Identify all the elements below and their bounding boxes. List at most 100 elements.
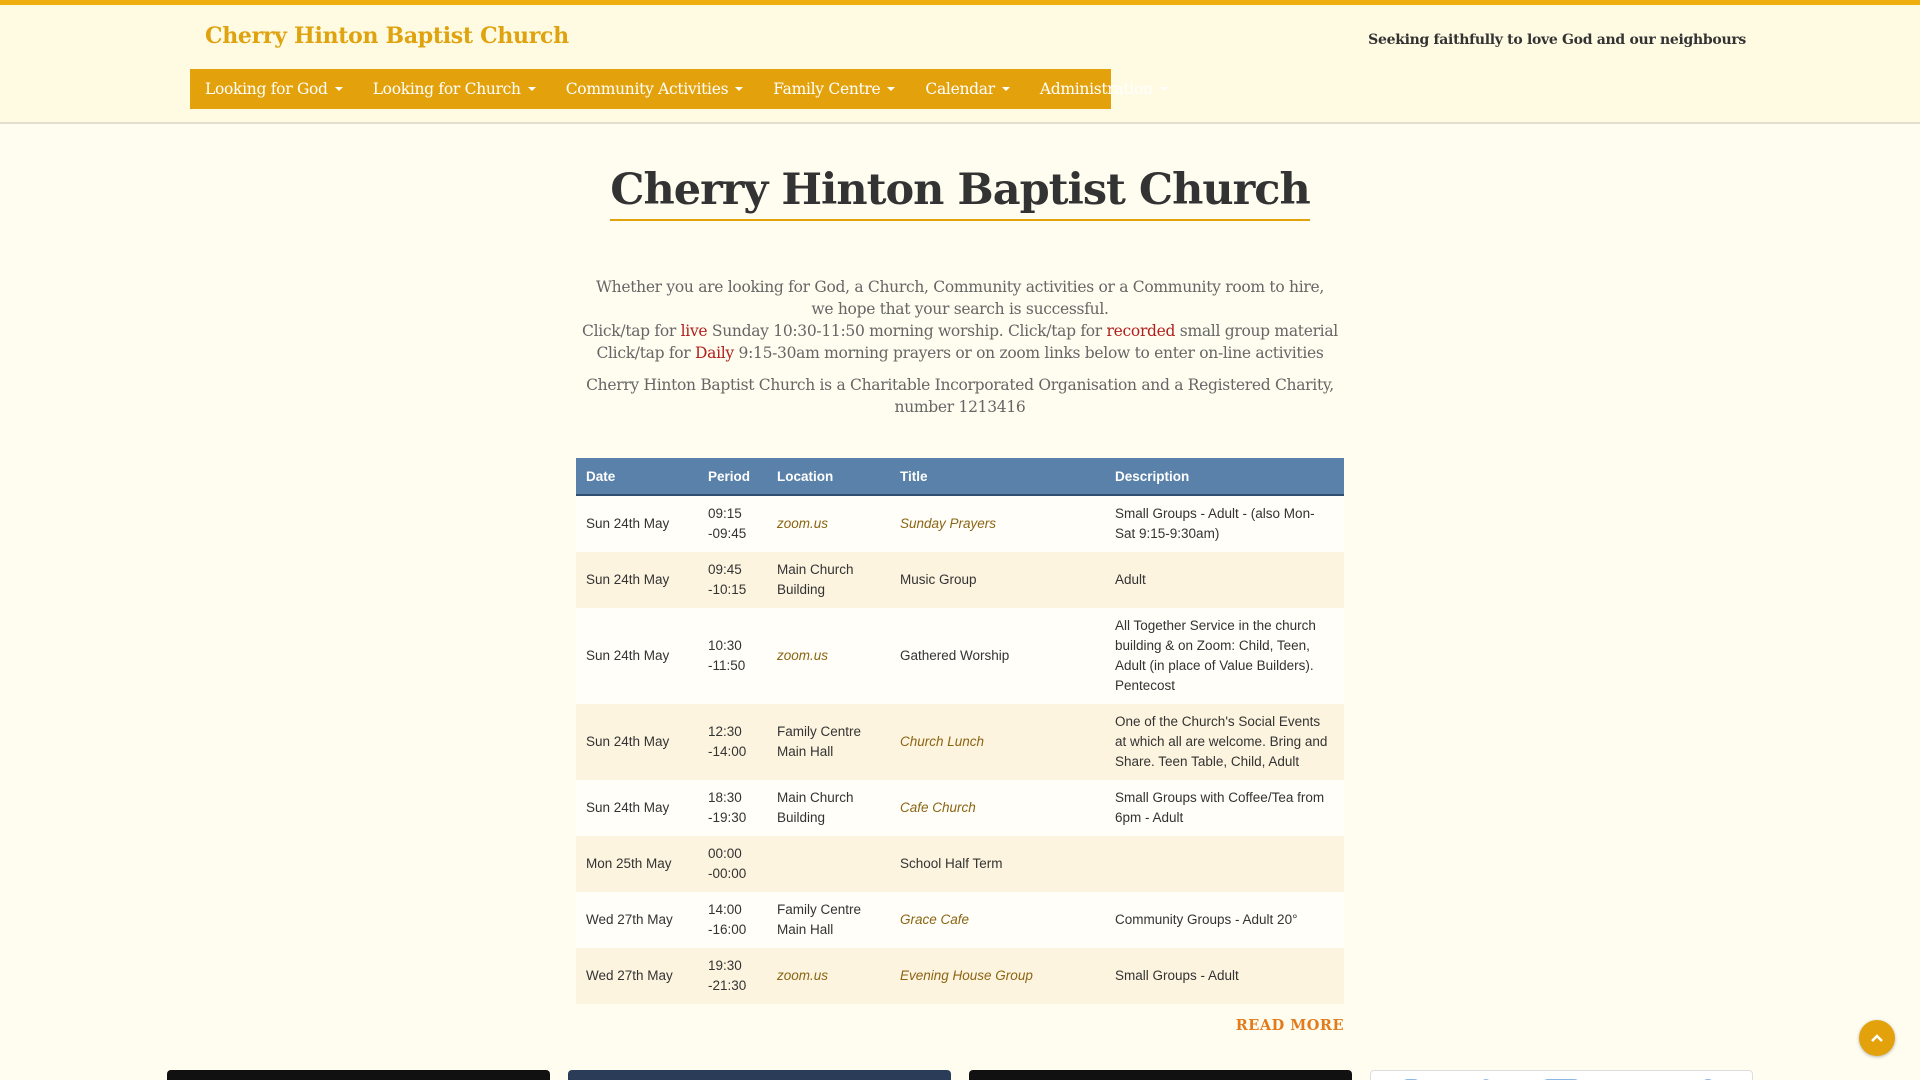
event-date: Sun 24th May [586, 734, 670, 749]
location-link[interactable]: zoom.us [777, 648, 828, 663]
table-row: Wed 27th May 19:30 -21:30 zoom.us Evening Ho… [576, 948, 1344, 1004]
feature-card-3[interactable] [969, 1070, 1352, 1080]
cell-date: Mon 25th May [576, 836, 698, 892]
period-end: -19:30 [708, 810, 747, 825]
event-title: Music Group [900, 572, 977, 587]
event-title-link[interactable]: Evening House Group [900, 968, 1033, 983]
nav-looking-for-church[interactable]: Looking for Church [358, 69, 551, 109]
text: Click/tap for [596, 344, 696, 362]
nav-calendar[interactable]: Calendar [910, 69, 1024, 109]
site-title-link[interactable]: Cherry Hinton Baptist Church [205, 23, 569, 49]
table-row: Sun 24th May 10:30 -11:50 zoom.us Gathered W… [576, 608, 1344, 704]
event-date: Mon 25th May [586, 856, 672, 871]
period-start: 18:30 [708, 790, 742, 805]
scroll-to-top-button[interactable] [1859, 1020, 1895, 1056]
event-description: Small Groups with Coffee/Tea from 6pm - … [1115, 790, 1325, 825]
nav-label: Looking for Church [372, 80, 521, 98]
recorded-material-link[interactable]: recorded [1107, 322, 1176, 340]
nav-family-centre[interactable]: Family Centre [758, 69, 910, 109]
period-start: 14:00 [708, 902, 742, 917]
event-title-link[interactable]: Church Lunch [900, 734, 984, 749]
event-date: Sun 24th May [586, 648, 670, 663]
cell-location: Family Centre Main Hall [767, 704, 890, 780]
location-text: Main Church Building [777, 562, 854, 597]
nav-label: Family Centre [773, 80, 881, 98]
event-description: One of the Church's Social Events at whi… [1115, 714, 1328, 769]
feature-card-2[interactable] [568, 1070, 951, 1080]
feature-card-1[interactable] [167, 1070, 550, 1080]
cell-date: Sun 24th May [576, 780, 698, 836]
page-title: Cherry Hinton Baptist Church [610, 165, 1311, 221]
cell-date: Wed 27th May [576, 892, 698, 948]
cell-date: Wed 27th May [576, 948, 698, 1004]
cell-period: 12:30 -14:00 [698, 704, 767, 780]
chevron-up-icon [1871, 1034, 1883, 1042]
event-description: Community Groups - Adult 20° [1115, 912, 1298, 927]
event-description: All Together Service in the church build… [1115, 618, 1316, 693]
cell-title: School Half Term [890, 836, 1105, 892]
period-end: -09:45 [708, 526, 747, 541]
live-worship-link[interactable]: live [681, 322, 708, 340]
text: Click/tap for [582, 322, 681, 340]
charity-line-2: number 1213416 [894, 398, 1026, 416]
nav-label: Administration [1039, 80, 1153, 98]
cell-title[interactable]: Cafe Church [890, 780, 1105, 836]
cell-location: Main Church Building [767, 780, 890, 836]
period-start: 12:30 [708, 724, 742, 739]
site-tagline: Seeking faithfully to love God and our n… [1368, 32, 1746, 48]
header-location: Location [767, 458, 890, 496]
feature-card-4[interactable] [1370, 1070, 1753, 1080]
cell-location: Main Church Building [767, 552, 890, 608]
caret-down-icon [1001, 87, 1010, 91]
location-text: Main Church Building [777, 790, 854, 825]
site-header: Cherry Hinton Baptist Church Seeking fai… [0, 5, 1920, 124]
event-title: Gathered Worship [900, 648, 1010, 663]
intro-line-1: Whether you are looking for God, a Churc… [596, 278, 1324, 296]
daily-prayers-link[interactable]: Daily [695, 344, 734, 362]
cell-location[interactable]: zoom.us [767, 948, 890, 1004]
period-end: -14:00 [708, 744, 747, 759]
cell-period: 10:30 -11:50 [698, 608, 767, 704]
period-end: -00:00 [708, 866, 747, 881]
header-period: Period [698, 458, 767, 496]
read-more-link[interactable]: READ MORE [1236, 1017, 1344, 1034]
cell-title[interactable]: Evening House Group [890, 948, 1105, 1004]
cell-date: Sun 24th May [576, 495, 698, 552]
table-header-row: Date Period Location Title Description [576, 458, 1344, 496]
nav-administration[interactable]: Administration [1025, 69, 1183, 109]
event-title-link[interactable]: Cafe Church [900, 800, 976, 815]
intro-line-3: Click/tap for live Sunday 10:30-11:50 mo… [560, 320, 1360, 342]
location-link[interactable]: zoom.us [777, 516, 828, 531]
event-description: Adult [1115, 572, 1146, 587]
cell-period: 09:45 -10:15 [698, 552, 767, 608]
event-date: Sun 24th May [586, 516, 670, 531]
cell-location[interactable]: zoom.us [767, 608, 890, 704]
period-end: -21:30 [708, 978, 747, 993]
cell-location[interactable]: zoom.us [767, 495, 890, 552]
event-date: Wed 27th May [586, 912, 673, 927]
header-description: Description [1105, 458, 1344, 496]
table-row: Sun 24th May 09:45 -10:15 Main Church Build… [576, 552, 1344, 608]
cell-period: 19:30 -21:30 [698, 948, 767, 1004]
events-table: Date Period Location Title Description S… [576, 458, 1344, 1004]
period-end: -16:00 [708, 922, 747, 937]
cell-title[interactable]: Grace Cafe [890, 892, 1105, 948]
cell-period: 18:30 -19:30 [698, 780, 767, 836]
nav-label: Calendar [925, 80, 995, 98]
caret-down-icon [1159, 87, 1168, 91]
cell-title[interactable]: Church Lunch [890, 704, 1105, 780]
location-text: Family Centre Main Hall [777, 902, 862, 937]
text: 9:15-30am morning prayers or on zoom lin… [733, 344, 1324, 362]
cell-description: All Together Service in the church build… [1105, 608, 1344, 704]
nav-looking-for-god[interactable]: Looking for God [190, 69, 358, 109]
cell-description: One of the Church's Social Events at whi… [1105, 704, 1344, 780]
cell-title[interactable]: Sunday Prayers [890, 495, 1105, 552]
location-link[interactable]: zoom.us [777, 968, 828, 983]
event-title-link[interactable]: Grace Cafe [900, 912, 969, 927]
event-description: Small Groups - Adult [1115, 968, 1239, 983]
cell-date: Sun 24th May [576, 608, 698, 704]
charity-line-1: Cherry Hinton Baptist Church is a Charit… [586, 376, 1334, 394]
intro-line-4: Click/tap for Daily 9:15-30am morning pr… [560, 342, 1360, 364]
event-title-link[interactable]: Sunday Prayers [900, 516, 996, 531]
nav-community-activities[interactable]: Community Activities [551, 69, 759, 109]
